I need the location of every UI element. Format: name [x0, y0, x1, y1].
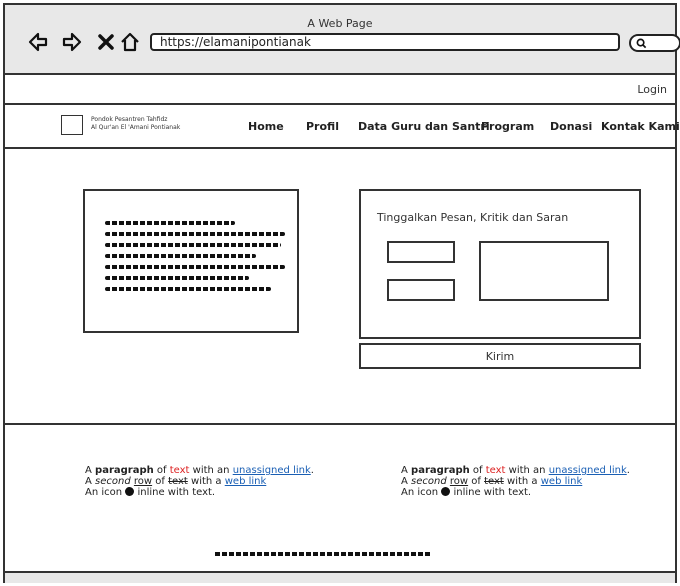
footer-paragraph: A paragraph of text with an unassigned l…	[401, 465, 630, 476]
footer-second-row: A second row of text with a web link	[85, 476, 267, 487]
close-icon[interactable]	[95, 31, 117, 53]
top-bar: Login	[5, 75, 675, 105]
nav-item-program[interactable]: Program	[481, 120, 534, 133]
web-link[interactable]: web link	[541, 476, 583, 487]
unassigned-link[interactable]: unassigned link	[233, 465, 311, 476]
window-title: A Web Page	[307, 17, 373, 30]
nav-item-data-guru-santri[interactable]: Data Guru dan Santri	[358, 120, 490, 133]
footer-icon-row: An icon inline with text.	[401, 487, 532, 498]
logo-line-2: Al Qur'an El 'Amani Pontianak	[91, 124, 181, 131]
home-icon[interactable]	[119, 31, 141, 53]
forward-arrow-icon[interactable]	[61, 31, 83, 53]
web-link[interactable]: web link	[225, 476, 267, 487]
unassigned-link[interactable]: unassigned link	[549, 465, 627, 476]
status-bar	[5, 571, 675, 583]
message-textarea[interactable]	[479, 241, 609, 301]
nav-item-kontak-kami[interactable]: Kontak Kami	[601, 120, 680, 133]
plus-circle-icon	[125, 487, 135, 496]
text-block	[83, 189, 299, 333]
main-nav: Pondok Pesantren Tahfidz Al Qur'an El 'A…	[5, 105, 680, 149]
browser-chrome: A Web Page https://elamanipontianak	[5, 5, 680, 75]
footer-paragraph: A paragraph of text with an unassigned l…	[85, 465, 314, 476]
logo-text: Pondok Pesantren Tahfidz Al Qur'an El 'A…	[91, 116, 201, 132]
login-link[interactable]: Login	[637, 83, 667, 96]
submit-button[interactable]: Kirim	[359, 343, 641, 369]
logo-image[interactable]	[61, 115, 83, 135]
main-content: Tinggalkan Pesan, Kritik dan Saran Kirim	[5, 151, 675, 425]
footer: A paragraph of text with an unassigned l…	[5, 423, 675, 573]
nav-item-profil[interactable]: Profil	[306, 120, 339, 133]
nav-item-home[interactable]: Home	[248, 120, 284, 133]
footer-second-row: A second row of text with a web link	[401, 476, 583, 487]
placeholder-text	[105, 221, 285, 298]
footer-column-right: A paragraph of text with an unassigned l…	[401, 465, 630, 498]
form-title: Tinggalkan Pesan, Kritik dan Saran	[377, 211, 569, 224]
name-field[interactable]	[387, 241, 455, 263]
nav-item-donasi[interactable]: Donasi	[550, 120, 592, 133]
footer-column-left: A paragraph of text with an unassigned l…	[85, 465, 314, 498]
browser-window: A Web Page https://elamanipontianak Logi…	[3, 3, 680, 583]
email-field[interactable]	[387, 279, 455, 301]
plus-circle-icon	[441, 487, 451, 496]
message-form: Tinggalkan Pesan, Kritik dan Saran	[359, 189, 641, 339]
search-box[interactable]	[629, 34, 680, 52]
logo-line-1: Pondok Pesantren Tahfidz	[91, 116, 168, 123]
footer-placeholder-text	[215, 552, 431, 556]
footer-icon-row: An icon inline with text.	[85, 487, 216, 498]
search-icon	[636, 38, 647, 49]
url-input[interactable]: https://elamanipontianak	[150, 33, 620, 51]
back-arrow-icon[interactable]	[27, 31, 49, 53]
